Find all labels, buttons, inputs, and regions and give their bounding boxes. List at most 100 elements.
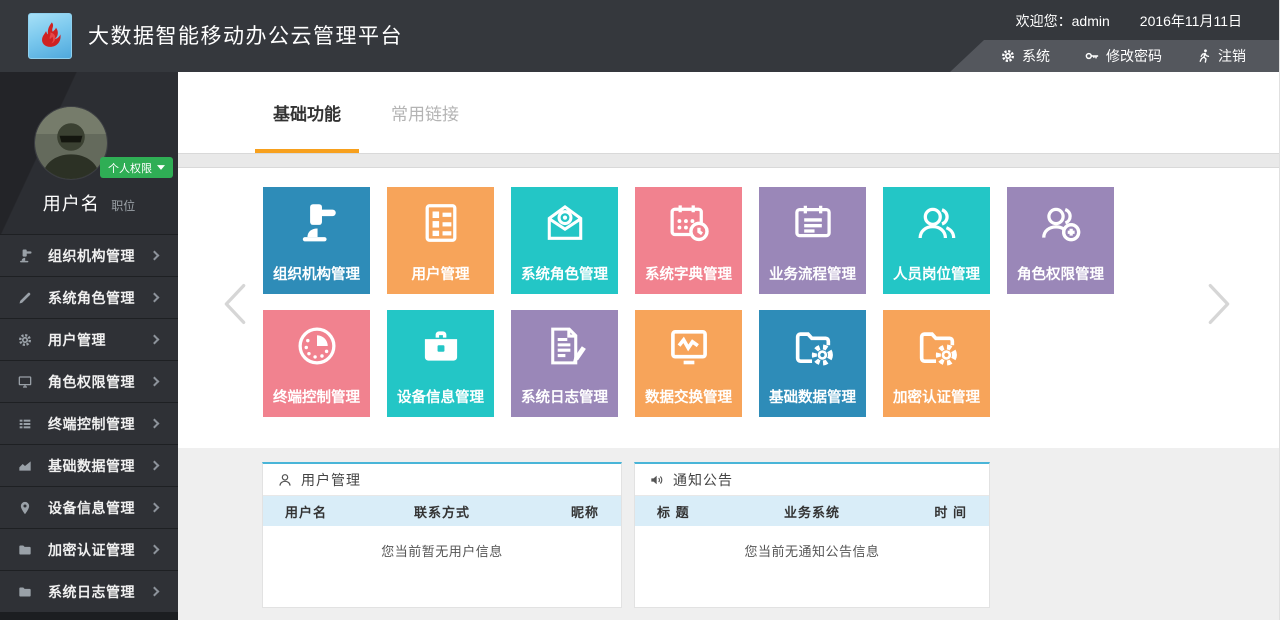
tab-common-links[interactable]: 常用链接 <box>373 72 477 153</box>
quick-action[interactable]: 注销 <box>1196 46 1246 66</box>
board-icon <box>790 200 836 246</box>
gavel-icon <box>294 200 340 246</box>
sidebar-menu-item[interactable]: 用户管理 <box>0 318 178 360</box>
date-text: 2016年11月11日 <box>1140 11 1242 31</box>
column-header: 标 题 <box>657 502 751 521</box>
notice-panel-title: 通知公告 <box>635 464 989 496</box>
app-tile[interactable]: 系统角色管理 <box>511 187 618 294</box>
notice-panel: 通知公告 标 题 业务系统 时 间 您当前无通知公告信息 <box>634 462 990 608</box>
quick-action[interactable]: 系统 <box>1000 46 1050 66</box>
chevron-right-icon <box>150 419 160 429</box>
sidebar-menu-item[interactable]: 系统日志管理 <box>0 570 178 612</box>
user-table-header: 用户名 联系方式 昵称 <box>263 496 621 526</box>
calendar-clock-icon <box>666 200 712 246</box>
briefcase-icon <box>418 323 464 369</box>
chevron-right-icon <box>150 503 160 513</box>
app-tile[interactable]: 角色权限管理 <box>1007 187 1114 294</box>
tab-basic-functions[interactable]: 基础功能 <box>255 72 359 153</box>
quick-action-bar: 系统 修改密码 注销 <box>950 40 1280 72</box>
app-tile[interactable]: 组织机构管理 <box>263 187 370 294</box>
key-icon <box>1084 48 1100 64</box>
sidebar-menu: 组织机构管理 系统角色管理 用户管理 角色权限管理 终端控制管理 基础数据管理 … <box>0 234 178 612</box>
sidebar-menu-item[interactable]: 角色权限管理 <box>0 360 178 402</box>
checklist-icon <box>418 200 464 246</box>
column-header: 联系方式 <box>380 502 504 521</box>
sidebar-menu-item[interactable]: 终端控制管理 <box>0 402 178 444</box>
gear-icon <box>1000 48 1016 64</box>
gavel-icon <box>17 248 33 264</box>
top-header: 大数据智能移动办公云管理平台 欢迎您：admin 2016年11月11日 系统 … <box>0 0 1280 72</box>
sidebar: 个人权限 用户名 职位 组织机构管理 系统角色管理 用户管理 角色权限管理 终端… <box>0 72 178 620</box>
user-name-row: 用户名 职位 <box>0 190 178 216</box>
bottom-panels-area: 用户管理 用户名 联系方式 昵称 您当前暂无用户信息 通知公告 标 题 业务系统… <box>178 448 1280 620</box>
gauge-icon <box>294 323 340 369</box>
people-plus-icon <box>1038 200 1084 246</box>
user-panel-title: 用户管理 <box>263 464 621 496</box>
chevron-right-icon <box>150 545 160 555</box>
sidebar-menu-item[interactable]: 系统角色管理 <box>0 276 178 318</box>
folder-icon <box>17 584 33 600</box>
chevron-right-icon <box>150 251 160 261</box>
sidebar-menu-item[interactable]: 组织机构管理 <box>0 234 178 276</box>
app-tile[interactable]: 终端控制管理 <box>263 310 370 417</box>
welcome-row: 欢迎您：admin 2016年11月11日 <box>1016 0 1242 42</box>
app-tile[interactable]: 系统字典管理 <box>635 187 742 294</box>
column-header: 昵称 <box>504 502 599 521</box>
app-tile[interactable]: 设备信息管理 <box>387 310 494 417</box>
mail-at-icon <box>542 200 588 246</box>
column-header: 用户名 <box>285 502 380 521</box>
app-window: 大数据智能移动办公云管理平台 欢迎您：admin 2016年11月11日 系统 … <box>0 0 1280 620</box>
personal-permission-badge[interactable]: 个人权限 <box>100 157 173 178</box>
pin-icon <box>17 500 33 516</box>
column-header: 业务系统 <box>751 502 873 521</box>
carousel-right-icon[interactable] <box>1206 281 1232 327</box>
app-tile[interactable]: 业务流程管理 <box>759 187 866 294</box>
people-icon <box>914 200 960 246</box>
list-icon <box>17 416 33 432</box>
gear-icon <box>17 332 33 348</box>
user-icon <box>277 472 293 488</box>
app-tile[interactable]: 基础数据管理 <box>759 310 866 417</box>
sidebar-menu-item[interactable]: 加密认证管理 <box>0 528 178 570</box>
main-content: 基础功能 常用链接 组织机构管理 用户管理 系统角色管理 系统字典管理 业务流程… <box>178 72 1280 620</box>
notice-empty-message: 您当前无通知公告信息 <box>635 541 989 560</box>
user-panel: 用户管理 用户名 联系方式 昵称 您当前暂无用户信息 <box>262 462 622 608</box>
app-logo-flame-icon <box>28 13 72 59</box>
app-tile[interactable]: 用户管理 <box>387 187 494 294</box>
chart-icon <box>17 458 33 474</box>
folder-gear-icon <box>790 323 836 369</box>
monitor-wave-icon <box>666 323 712 369</box>
caret-down-icon <box>157 165 165 170</box>
speaker-icon <box>649 472 665 488</box>
tile-row-1: 组织机构管理 用户管理 系统角色管理 系统字典管理 业务流程管理 人员岗位管理 … <box>263 187 1114 294</box>
sidebar-bottom-strip <box>0 612 178 620</box>
chevron-right-icon <box>150 335 160 345</box>
notice-table-header: 标 题 业务系统 时 间 <box>635 496 989 526</box>
tab-bar: 基础功能 常用链接 <box>178 72 1280 153</box>
carousel-left-icon[interactable] <box>222 281 248 327</box>
app-tile[interactable]: 人员岗位管理 <box>883 187 990 294</box>
sidebar-menu-item[interactable]: 设备信息管理 <box>0 486 178 528</box>
monitor-icon <box>17 374 33 390</box>
app-tile[interactable]: 加密认证管理 <box>883 310 990 417</box>
user-empty-message: 您当前暂无用户信息 <box>263 541 621 560</box>
quick-action[interactable]: 修改密码 <box>1084 46 1162 66</box>
doc-pen-icon <box>542 323 588 369</box>
folder-gear-icon <box>914 323 960 369</box>
tiles-carousel: 组织机构管理 用户管理 系统角色管理 系统字典管理 业务流程管理 人员岗位管理 … <box>178 168 1280 448</box>
tile-row-2: 终端控制管理 设备信息管理 系统日志管理 数据交换管理 基础数据管理 加密认证管… <box>263 310 990 417</box>
folder-icon <box>17 542 33 558</box>
app-tile[interactable]: 系统日志管理 <box>511 310 618 417</box>
divider-strip <box>178 153 1280 168</box>
chevron-right-icon <box>150 587 160 597</box>
profile-section: 个人权限 用户名 职位 <box>0 72 178 234</box>
username: 用户名 <box>43 194 100 214</box>
pencil-icon <box>17 290 33 306</box>
logout-icon <box>1196 48 1212 64</box>
user-position: 职位 <box>111 199 135 213</box>
avatar[interactable] <box>34 106 108 180</box>
sidebar-menu-item[interactable]: 基础数据管理 <box>0 444 178 486</box>
app-tile[interactable]: 数据交换管理 <box>635 310 742 417</box>
chevron-right-icon <box>150 461 160 471</box>
column-header: 时 间 <box>873 502 967 521</box>
